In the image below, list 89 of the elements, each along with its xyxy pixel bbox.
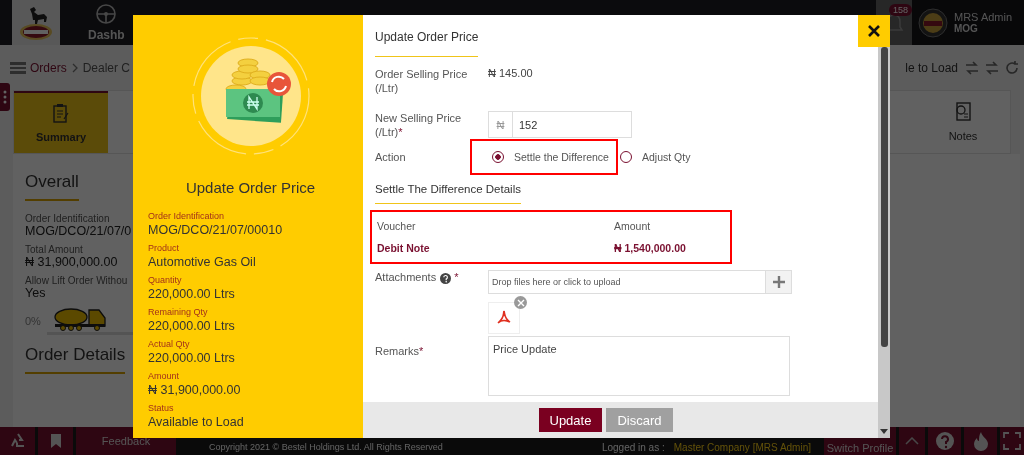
field-value: ₦ 145.00 (488, 67, 533, 81)
remarks-field[interactable]: Price Update (488, 336, 790, 396)
column-header: Voucher (377, 220, 417, 232)
pdf-icon (496, 310, 512, 326)
order-status-text: le to Load (905, 61, 958, 75)
field-label: Remaining Qty (148, 306, 209, 318)
steering-wheel-icon (95, 3, 118, 25)
tab[interactable]: Notes (916, 91, 1010, 153)
fire-button[interactable] (964, 427, 997, 455)
side-menu-handle[interactable] (0, 83, 10, 111)
table-cell: ₦ 1,540,000.00 (614, 242, 686, 254)
field-label: Remarks* (375, 344, 425, 359)
help-button[interactable] (928, 427, 961, 455)
nav-item[interactable]: Dashb (88, 0, 125, 45)
fullscreen-button[interactable] (1000, 427, 1024, 455)
user-name: MRS Admin (954, 11, 1013, 23)
bookmark-icon (49, 433, 62, 449)
chevron-right-icon (70, 63, 79, 73)
expand-icon (1003, 432, 1021, 450)
company-logo[interactable] (12, 0, 60, 45)
clipboard-icon (52, 103, 70, 123)
field-label: Amount (148, 370, 181, 382)
currency-addon: ₦ (488, 111, 513, 138)
help-icon (934, 431, 955, 451)
radio-label[interactable]: Settle the Difference (514, 151, 609, 163)
field-value: 220,000.00 Ltrs (148, 286, 236, 302)
panel-title: Update Order Price (184, 179, 317, 196)
radio-button[interactable] (492, 151, 504, 163)
scrollbar-thumb[interactable] (880, 47, 888, 347)
field-value: MOG/DCO/21/07/0 (25, 224, 132, 238)
close-icon (516, 298, 525, 307)
update-button[interactable]: Update (538, 408, 603, 432)
form-title: Update Order Price (375, 30, 479, 57)
logged-in-label: Logged in as : (601, 441, 665, 455)
field-label: Order Selling Price (/Ltr) (375, 67, 469, 95)
breadcrumb-link[interactable]: Orders (30, 61, 67, 75)
field-label: Order Identification (25, 213, 110, 224)
section-title: Settle The Difference Details (375, 183, 521, 204)
field-label: Status (148, 402, 175, 414)
list-icon (10, 62, 26, 74)
field-label: Action (375, 150, 407, 164)
field-label: Order Identification (148, 210, 226, 222)
horse-oval-logo-icon (18, 4, 54, 41)
price-input[interactable]: 152 (513, 111, 632, 138)
field-value: Automotive Gas Oil (148, 254, 257, 270)
tab[interactable]: Summary (14, 91, 108, 153)
chevron-up-icon (905, 437, 919, 445)
flame-icon (972, 431, 989, 451)
section-heading: Order Details (25, 345, 126, 374)
nav-label: Dashb (88, 28, 125, 42)
radio-label[interactable]: Adjust Qty (641, 151, 691, 163)
file-thumbnail[interactable] (488, 302, 520, 334)
field-label: New Selling Price (/Ltr)* (375, 111, 463, 139)
discard-button[interactable]: Discard (606, 408, 673, 432)
field-label: Allow Lift Order Withou (25, 275, 128, 286)
copyright-text: Copyright 2021 © Bestel Holdings Ltd. All Rights Reserved (209, 441, 444, 454)
help-icon (440, 272, 452, 284)
vertical-dots-icon (3, 90, 7, 104)
table-cell-text: Debit Note (377, 242, 431, 254)
tanker-truck-icon (52, 306, 109, 332)
swap-arrows-icon[interactable] (984, 60, 1000, 76)
remove-file-button[interactable] (514, 296, 527, 309)
field-value: MOG/DCO/21/07/00010 (148, 222, 284, 238)
field-value: Yes (25, 286, 46, 300)
section-heading: Overall (25, 172, 79, 201)
caret-down-icon[interactable] (880, 429, 888, 434)
logged-in-company: Master Company [MRS Admin] (673, 441, 811, 455)
breadcrumb-link[interactable]: Dealer C (82, 61, 131, 75)
document-check-icon (954, 102, 972, 122)
close-icon (867, 24, 881, 38)
user-avatar-icon (918, 7, 948, 38)
field-label: Product (148, 242, 181, 254)
field-label: Attachments * (375, 270, 460, 286)
bookmark-button[interactable] (38, 427, 73, 455)
field-label: Actual Qty (148, 338, 191, 350)
user-org: MOG (954, 23, 979, 34)
refresh-icon[interactable] (1004, 60, 1020, 76)
field-value: 220,000.00 Ltrs (148, 318, 236, 334)
field-value: ₦ 31,900,000.00 (148, 382, 242, 398)
field-label: Total Amount (25, 244, 83, 255)
swap-arrows-icon[interactable] (964, 60, 980, 76)
field-label: Quantity (148, 274, 183, 286)
recycle-button[interactable] (0, 427, 35, 455)
close-button[interactable] (858, 15, 890, 47)
field-value: Available to Load (148, 414, 245, 430)
user-menu[interactable]: MRS Admin MOG (912, 0, 1024, 45)
notification-count-badge: 158 (888, 4, 912, 16)
column-header: Amount (614, 220, 651, 232)
field-value: 220,000.00 Ltrs (148, 350, 236, 366)
